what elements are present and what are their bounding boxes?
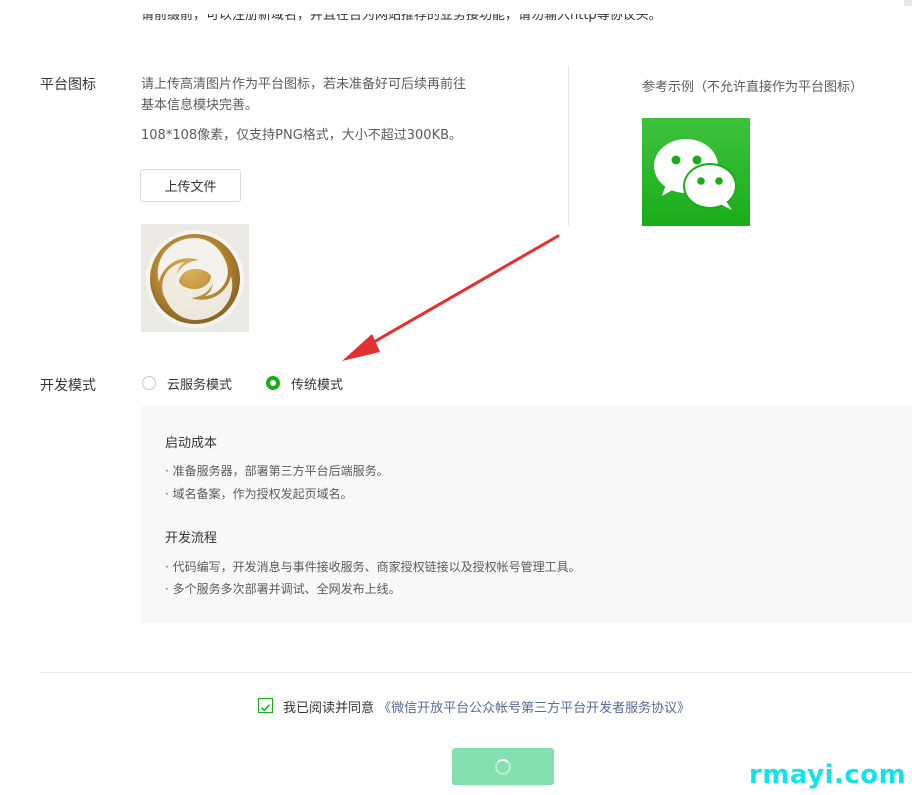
section-title-startup-cost: 启动成本 [165, 436, 218, 451]
scrolled-hint-text: 请前缀前，可以注册新域名，并且在台为网站推荐的业务接功能，请勿输入http等协议… [141, 8, 662, 23]
agreement-text: 我已阅读并同意 《微信开放平台公众帐号第三方平台开发者服务协议》 [283, 701, 691, 716]
radio-label-traditional[interactable]: 传统模式 [291, 374, 343, 393]
loading-spinner-icon [495, 758, 511, 775]
platform-icon-desc-line2: 基本信息模块完善。 [141, 98, 259, 113]
agreement-checkbox[interactable] [258, 698, 273, 713]
list-item: · 代码编写，开发消息与事件接收服务、商家授权链接以及授权帐号管理工具。 [165, 560, 581, 574]
column-divider [568, 66, 569, 226]
check-icon [260, 704, 271, 712]
radio-label-cloud-service[interactable]: 云服务模式 [167, 374, 232, 393]
uploaded-logo-image [141, 224, 249, 332]
radio-cloud-service-mode[interactable] [142, 376, 156, 390]
upload-file-button[interactable]: 上传文件 [140, 169, 241, 202]
agreement-link[interactable]: 《微信开放平台公众帐号第三方平台开发者服务协议》 [378, 701, 690, 716]
submit-button-loading[interactable] [452, 748, 554, 785]
list-item: · 多个服务多次部署并调试、全网发布上线。 [165, 582, 401, 596]
section-title-dev-process: 开发流程 [165, 531, 218, 546]
platform-icon-label: 平台图标 [40, 77, 96, 93]
radio-traditional-mode[interactable] [266, 376, 280, 390]
wechat-reference-icon [642, 118, 750, 226]
list-item: · 准备服务器，部署第三方平台后端服务。 [165, 464, 389, 478]
watermark-text: rmayi.com [749, 760, 907, 790]
footer-divider [40, 672, 912, 673]
scrollbar-thumb[interactable] [904, 0, 912, 6]
platform-icon-spec: 108*108像素，仅支持PNG格式，大小不超过300KB。 [141, 128, 463, 143]
annotation-arrow-icon [342, 234, 560, 361]
reference-example-label: 参考示例（不允许直接作为平台图标） [642, 80, 864, 95]
dev-mode-label: 开发模式 [40, 378, 96, 394]
list-item: · 域名备案，作为授权发起页域名。 [165, 487, 353, 501]
platform-icon-desc-line1: 请上传高清图片作为平台图标，若未准备好可后续再前往 [141, 77, 467, 92]
